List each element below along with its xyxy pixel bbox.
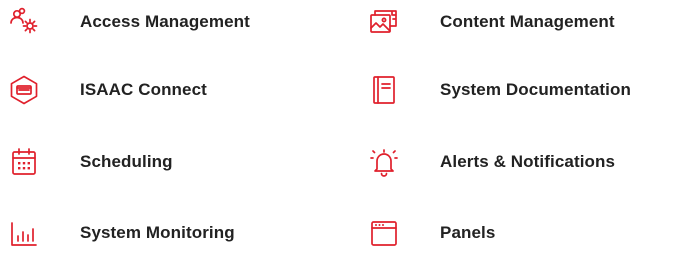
menu-item-system-monitoring[interactable]: System Monitoring <box>0 213 330 253</box>
calendar-icon <box>8 146 40 178</box>
menu-item-label: ISAAC Connect <box>80 80 207 99</box>
menu-item-system-documentation[interactable]: System Documentation <box>360 70 680 110</box>
document-icon <box>368 74 400 106</box>
menu-item-label: Panels <box>440 223 496 242</box>
menu-item-scheduling[interactable]: Scheduling <box>0 142 330 182</box>
hexagon-device-icon <box>8 74 40 106</box>
menu-item-label: Scheduling <box>80 152 173 171</box>
bell-alert-icon <box>368 146 400 178</box>
window-panel-icon <box>368 217 400 249</box>
menu-item-access-management[interactable]: Access Management <box>0 2 330 42</box>
menu-item-panels[interactable]: Panels <box>360 213 680 253</box>
users-gear-icon <box>8 6 40 38</box>
menu-item-label: System Monitoring <box>80 223 235 242</box>
image-gallery-icon <box>368 6 400 38</box>
menu-item-label: Alerts & Notifications <box>440 152 616 171</box>
feature-menu: Access Management Content Management ISA… <box>0 0 680 253</box>
menu-item-isaac-connect[interactable]: ISAAC Connect <box>0 70 330 110</box>
menu-item-alerts-notifications[interactable]: Alerts & Notifications <box>360 142 680 182</box>
menu-item-label: Access Management <box>80 12 250 31</box>
menu-item-label: System Documentation <box>440 80 631 99</box>
menu-item-label: Content Management <box>440 12 615 31</box>
menu-item-content-management[interactable]: Content Management <box>360 2 680 42</box>
bar-chart-icon <box>8 217 40 249</box>
